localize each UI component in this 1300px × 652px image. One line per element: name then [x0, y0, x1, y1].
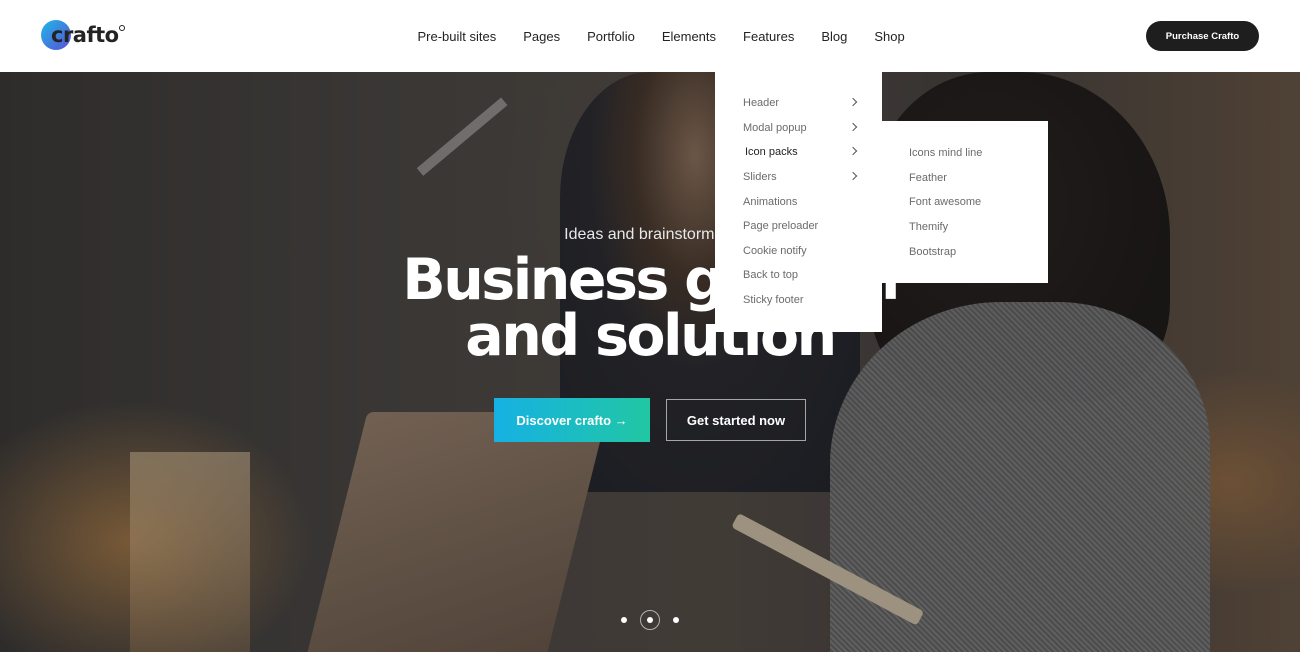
- menu-item-modal-popup[interactable]: Modal popup: [715, 116, 882, 141]
- hero-title-line-2: and solution: [465, 303, 837, 369]
- menu-item-animations[interactable]: Animations: [715, 189, 882, 214]
- menu-item-icon-packs[interactable]: Icon packs: [715, 140, 882, 165]
- hero-slider: Ideas and brainstorming Business growth …: [0, 72, 1300, 652]
- submenu-item-font-awesome[interactable]: Font awesome: [882, 190, 1048, 215]
- nav-item-pages[interactable]: Pages: [523, 29, 560, 44]
- menu-item-page-preloader[interactable]: Page preloader: [715, 214, 882, 239]
- logo[interactable]: crafto: [41, 20, 125, 50]
- menu-item-label: Page preloader: [743, 220, 819, 233]
- nav-item-elements[interactable]: Elements: [662, 29, 716, 44]
- slider-dot-3[interactable]: [673, 617, 679, 623]
- purchase-button[interactable]: Purchase Crafto: [1146, 21, 1259, 51]
- nav-item-pre-built-sites[interactable]: Pre-built sites: [418, 29, 497, 44]
- nav-item-shop[interactable]: Shop: [874, 29, 904, 44]
- logo-text: crafto: [51, 23, 119, 47]
- menu-item-label: Icon packs: [745, 146, 798, 159]
- get-started-button[interactable]: Get started now: [666, 399, 806, 441]
- discover-button[interactable]: Discover crafto →: [494, 398, 650, 442]
- hero-subtitle: Ideas and brainstorming: [564, 226, 736, 243]
- main-nav: Pre-built sites Pages Portfolio Elements…: [404, 0, 918, 72]
- menu-item-label: Back to top: [743, 269, 799, 282]
- menu-item-label: Header: [743, 97, 780, 110]
- menu-item-label: Sticky footer: [743, 294, 804, 307]
- menu-item-sticky-footer[interactable]: Sticky footer: [715, 288, 882, 313]
- chevron-right-icon: [848, 122, 858, 131]
- chevron-right-icon: [848, 146, 858, 156]
- menu-item-label: Modal popup: [743, 121, 807, 134]
- icon-packs-submenu: Icons mind line Feather Font awesome The…: [882, 121, 1048, 283]
- menu-item-cookie-notify[interactable]: Cookie notify: [715, 239, 882, 264]
- submenu-item-icons-mind-line[interactable]: Icons mind line: [882, 141, 1048, 166]
- site-header: crafto Pre-built sites Pages Portfolio E…: [0, 0, 1300, 72]
- hero-title-line-1: Business growth: [402, 247, 900, 313]
- menu-item-header[interactable]: Header: [715, 91, 882, 116]
- menu-item-label: Sliders: [743, 171, 777, 184]
- slider-dot-1[interactable]: [621, 617, 627, 623]
- hero-title: Business growth and solution: [0, 247, 1300, 369]
- submenu-item-bootstrap[interactable]: Bootstrap: [882, 239, 1048, 264]
- nav-item-blog[interactable]: Blog: [821, 29, 847, 44]
- submenu-item-themify[interactable]: Themify: [882, 215, 1048, 240]
- menu-item-sliders[interactable]: Sliders: [715, 165, 882, 190]
- nav-item-portfolio[interactable]: Portfolio: [587, 29, 635, 44]
- slider-pagination: [614, 610, 686, 630]
- logo-dot-icon: [118, 25, 125, 31]
- nav-item-features[interactable]: Features: [743, 29, 794, 44]
- features-dropdown: Header Modal popup Icon packs Sliders An…: [715, 71, 882, 332]
- chevron-right-icon: [848, 171, 858, 181]
- menu-item-back-to-top[interactable]: Back to top: [715, 263, 882, 288]
- menu-item-label: Cookie notify: [743, 244, 807, 257]
- submenu-item-feather[interactable]: Feather: [882, 166, 1048, 191]
- menu-item-label: Animations: [743, 195, 798, 208]
- slider-dot-2[interactable]: [647, 617, 653, 623]
- chevron-right-icon: [848, 97, 858, 107]
